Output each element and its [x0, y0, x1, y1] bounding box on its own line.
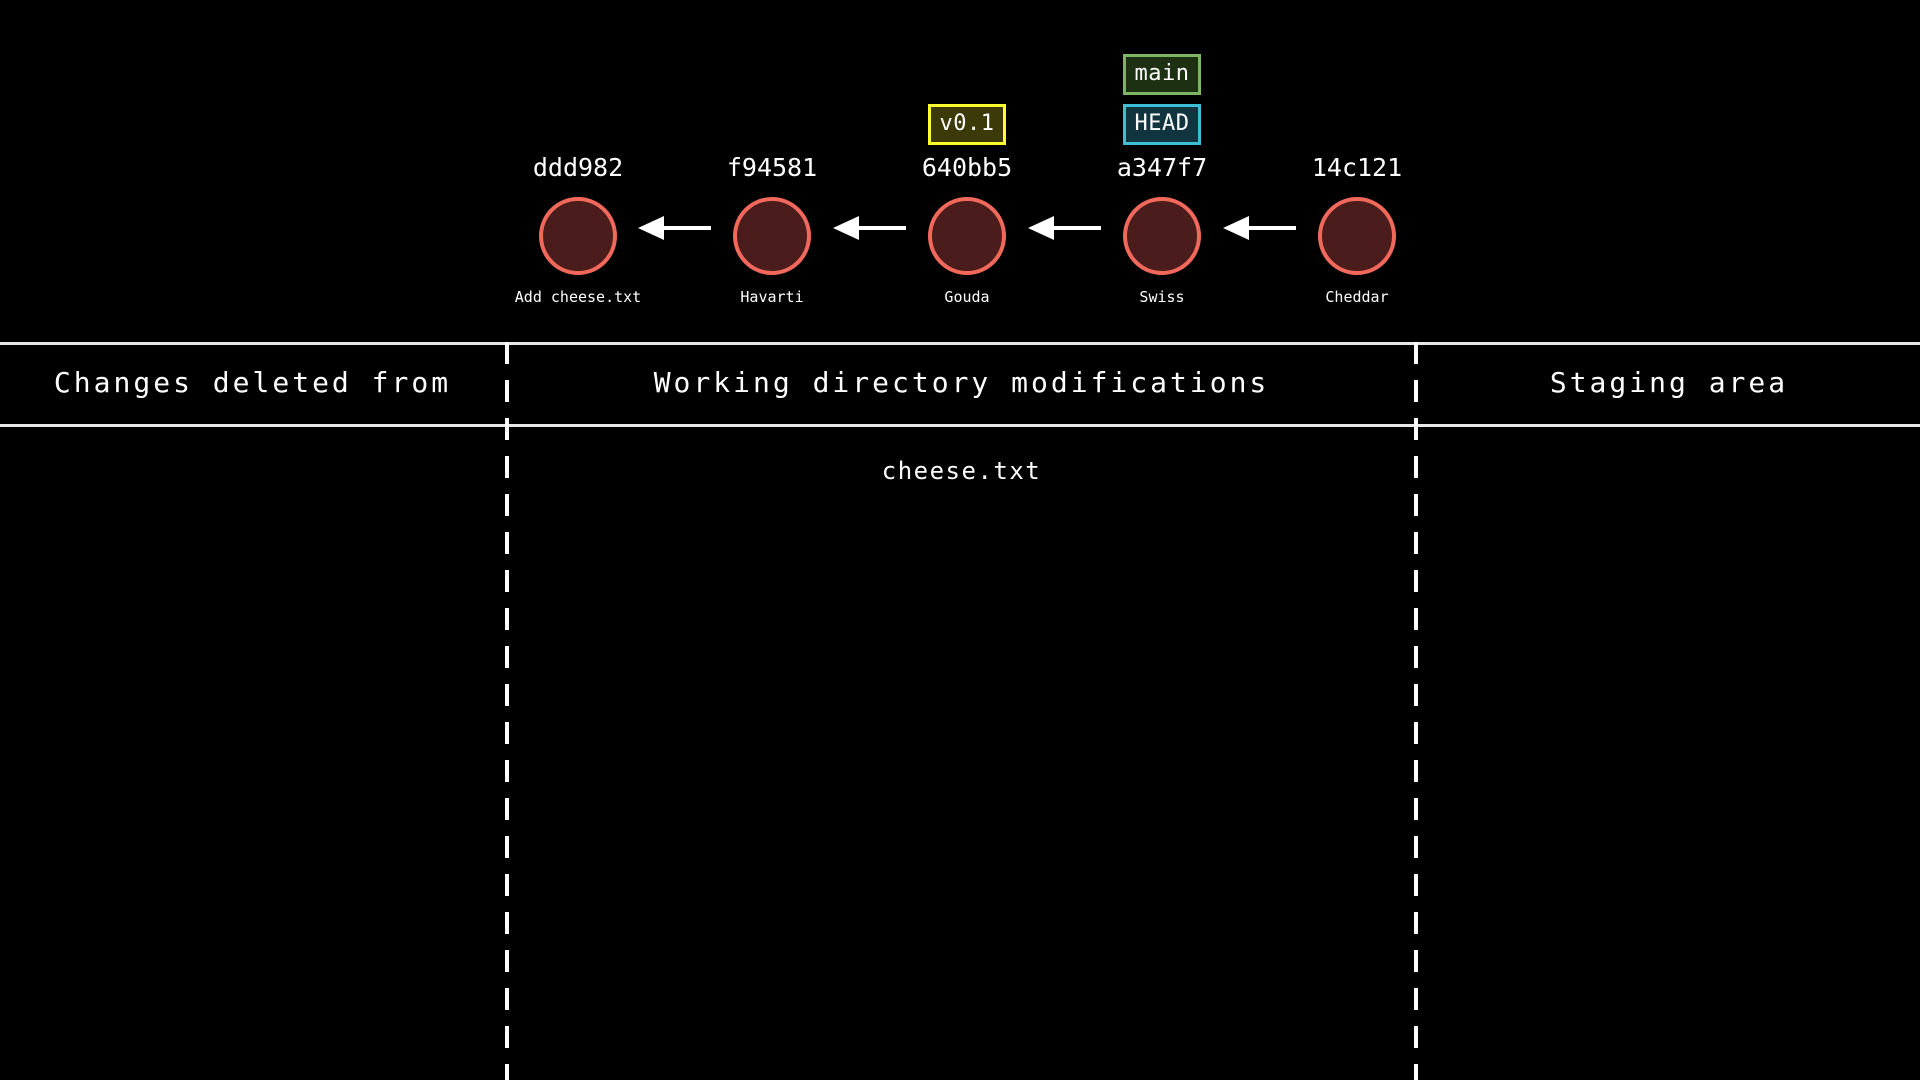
commit-node-f94581[interactable]: f94581 Havarti — [672, 155, 872, 305]
commit-circle[interactable] — [539, 197, 617, 275]
commit-circle[interactable] — [928, 197, 1006, 275]
commit-message: Cheddar — [1325, 288, 1389, 306]
commit-hash: f94581 — [726, 153, 818, 182]
commit-message: Swiss — [1139, 288, 1185, 306]
commit-hash: ddd982 — [532, 153, 624, 182]
commit-badges: main HEAD — [1062, 54, 1262, 155]
commit-circle[interactable] — [1123, 197, 1201, 275]
panel-header-staging-area: Staging area — [1418, 342, 1920, 424]
commit-node-a347f7[interactable]: main HEAD a347f7 Swiss — [1062, 54, 1262, 306]
head-badge[interactable]: HEAD — [1122, 104, 1202, 145]
commit-hash: 640bb5 — [921, 153, 1013, 182]
git-visualization-canvas: ddd982 Add cheese.txt f94581 Havarti v0.… — [0, 0, 1920, 1080]
status-panels: Changes deleted from Working directory m… — [0, 330, 1920, 1080]
panel-body-working-directory: cheese.txt — [509, 424, 1414, 1080]
commit-hash: a347f7 — [1116, 153, 1208, 182]
commit-message: Add cheese.txt — [514, 288, 642, 306]
commit-circle[interactable] — [1318, 197, 1396, 275]
panel-title: Working directory modifications — [653, 366, 1270, 399]
panel-title: Staging area — [1549, 366, 1789, 399]
panel-header-working-directory: Working directory modifications — [509, 342, 1414, 424]
commit-node-640bb5[interactable]: v0.1 640bb5 Gouda — [867, 104, 1067, 306]
commit-circle[interactable] — [733, 197, 811, 275]
panel-body-staging-area — [1418, 424, 1920, 1080]
commit-message: Gouda — [944, 288, 990, 306]
commit-node-14c121[interactable]: 14c121 Cheddar — [1257, 155, 1457, 305]
panel-title: Changes deleted from — [53, 366, 452, 399]
panel-body-changes-deleted — [0, 424, 505, 1080]
list-item[interactable]: cheese.txt — [509, 454, 1414, 489]
commit-graph: ddd982 Add cheese.txt f94581 Havarti v0.… — [0, 0, 1920, 330]
commit-badges: v0.1 — [867, 104, 1067, 155]
commit-node-ddd982[interactable]: ddd982 Add cheese.txt — [478, 155, 678, 305]
tag-badge-v0-1[interactable]: v0.1 — [927, 104, 1007, 145]
commit-message: Havarti — [740, 288, 804, 306]
panel-header-changes-deleted: Changes deleted from — [0, 342, 505, 424]
branch-badge-main[interactable]: main — [1122, 54, 1202, 95]
commit-hash: 14c121 — [1311, 153, 1403, 182]
